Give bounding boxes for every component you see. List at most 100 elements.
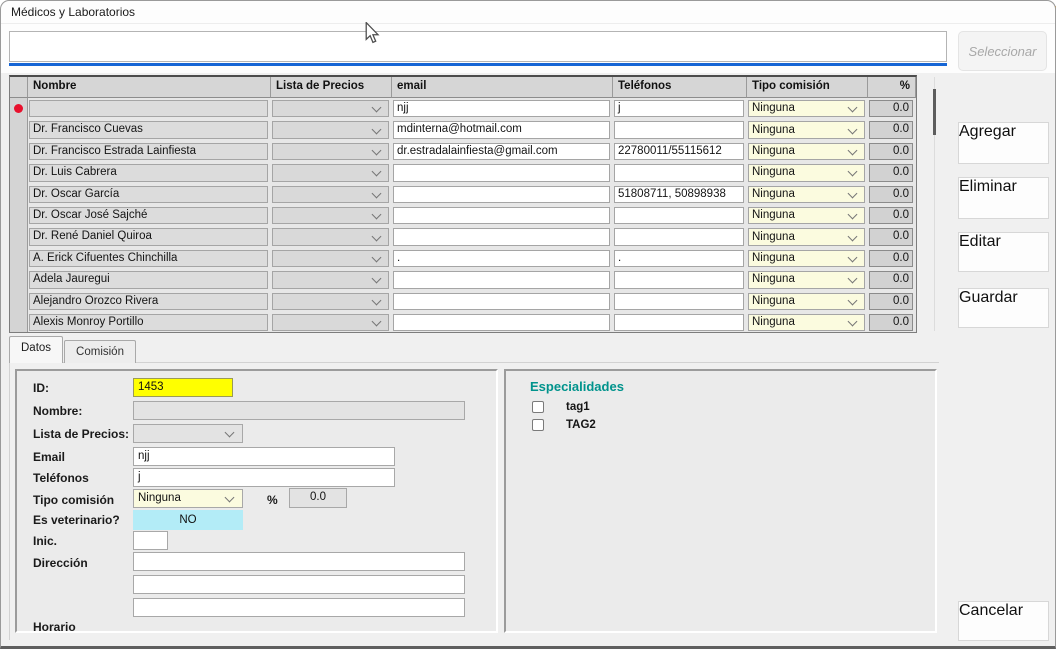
lista-precios-combobox[interactable] [272,186,389,203]
scrollbar-thumb[interactable] [933,89,936,135]
cell-lista-precios[interactable] [271,312,392,333]
cell-lista-precios[interactable] [271,205,392,226]
cell-lista-precios[interactable] [271,269,392,290]
cell-email[interactable]: mdinterna@hotmail.com [392,119,613,140]
cell-nombre[interactable] [28,98,271,119]
tipo-comision-combobox[interactable]: Ninguna [748,121,865,138]
guardar-button[interactable]: Guardar [958,288,1049,328]
tipo-comision-combobox[interactable]: Ninguna [748,143,865,160]
cell-tipo-comision[interactable]: Ninguna [747,141,868,162]
inic-field[interactable] [133,531,168,550]
lista-precios-combobox[interactable] [272,293,389,310]
cell-tipo-comision[interactable]: Ninguna [747,98,868,119]
lista-precios-combobox[interactable] [272,207,389,224]
cell-nombre[interactable]: Alejandro Orozco Rivera [28,291,271,312]
grid-row[interactable]: Dr. Oscar García51808711, 50898938Ningun… [10,184,916,205]
telefonos-field[interactable]: j [133,468,395,487]
porcentaje-field[interactable]: 0.0 [289,488,347,508]
cell-nombre[interactable]: Dr. Oscar García [28,184,271,205]
lista-precios-combobox[interactable] [272,271,389,288]
tipo-comision-select[interactable]: Ninguna [133,489,243,508]
tipo-comision-combobox[interactable]: Ninguna [748,100,865,117]
cell-nombre[interactable]: Dr. Luis Cabrera [28,162,271,183]
cell-telefonos[interactable]: . [613,248,747,269]
lista-precios-combobox[interactable] [272,164,389,181]
tipo-comision-combobox[interactable]: Ninguna [748,186,865,203]
cell-email[interactable]: . [392,248,613,269]
cell-tipo-comision[interactable]: Ninguna [747,226,868,247]
editar-button[interactable]: Editar [958,232,1049,272]
cell-telefonos[interactable] [613,162,747,183]
cell-tipo-comision[interactable]: Ninguna [747,248,868,269]
cell-telefonos[interactable] [613,205,747,226]
cell-telefonos[interactable] [613,291,747,312]
tipo-comision-combobox[interactable]: Ninguna [748,164,865,181]
cell-nombre[interactable]: A. Erick Cifuentes Chinchilla [28,248,271,269]
cell-lista-precios[interactable] [271,184,392,205]
cell-lista-precios[interactable] [271,141,392,162]
cell-lista-precios[interactable] [271,291,392,312]
tipo-comision-combobox[interactable]: Ninguna [748,314,865,331]
cell-nombre[interactable]: Alexis Monroy Portillo [28,312,271,333]
grid-row[interactable]: Adela JaureguiNinguna0.0 [10,269,916,290]
cell-lista-precios[interactable] [271,119,392,140]
cell-tipo-comision[interactable]: Ninguna [747,291,868,312]
cell-email[interactable]: dr.estradalainfiesta@gmail.com [392,141,613,162]
lista-precios-combobox[interactable] [272,228,389,245]
grid-row[interactable]: Alejandro Orozco RiveraNinguna0.0 [10,291,916,312]
tipo-comision-combobox[interactable]: Ninguna [748,207,865,224]
seleccionar-button[interactable]: Seleccionar [958,31,1047,71]
cell-email[interactable] [392,269,613,290]
grid-row[interactable]: A. Erick Cifuentes Chinchilla..Ninguna0.… [10,248,916,269]
tipo-comision-combobox[interactable]: Ninguna [748,293,865,310]
especialidad-item[interactable]: TAG2 [532,417,596,433]
cell-tipo-comision[interactable]: Ninguna [747,205,868,226]
direccion-line-3[interactable] [133,598,465,617]
cell-email[interactable] [392,162,613,183]
especialidad-item[interactable]: tag1 [532,399,590,415]
cell-lista-precios[interactable] [271,226,392,247]
search-input[interactable] [9,31,947,62]
tab-datos[interactable]: Datos [9,336,63,363]
grid-row[interactable]: Alexis Monroy PortilloNinguna0.0 [10,312,916,333]
grid-row[interactable]: Dr. René Daniel QuiroaNinguna0.0 [10,226,916,247]
direccion-line-2[interactable] [133,575,465,594]
tipo-comision-combobox[interactable]: Ninguna [748,250,865,267]
cell-nombre[interactable]: Dr. René Daniel Quiroa [28,226,271,247]
cell-nombre[interactable]: Adela Jauregui [28,269,271,290]
cell-telefonos[interactable]: j [613,98,747,119]
agregar-button[interactable]: Agregar [958,122,1049,164]
cell-email[interactable] [392,312,613,333]
cell-telefonos[interactable] [613,226,747,247]
column-header-email[interactable]: email [392,77,613,98]
cell-telefonos[interactable] [613,119,747,140]
lista-precios-combobox[interactable] [272,121,389,138]
cell-lista-precios[interactable] [271,248,392,269]
column-header-nombre[interactable]: Nombre [28,77,271,98]
lista-precios-combobox[interactable] [272,100,389,117]
direccion-line-1[interactable] [133,552,465,571]
cell-lista-precios[interactable] [271,98,392,119]
checkbox[interactable] [532,401,544,413]
cancelar-button[interactable]: Cancelar [958,601,1049,641]
nombre-field[interactable] [133,401,465,420]
lista-precios-select[interactable] [133,424,243,443]
cell-nombre[interactable]: Dr. Francisco Cuevas [28,119,271,140]
cell-tipo-comision[interactable]: Ninguna [747,162,868,183]
grid-row[interactable]: Dr. Francisco Estrada Lainfiestadr.estra… [10,141,916,162]
cell-email[interactable] [392,184,613,205]
lista-precios-combobox[interactable] [272,314,389,331]
eliminar-button[interactable]: Eliminar [958,177,1049,219]
id-field[interactable]: 1453 [133,378,233,397]
lista-precios-combobox[interactable] [272,143,389,160]
lista-precios-combobox[interactable] [272,250,389,267]
cell-tipo-comision[interactable]: Ninguna [747,312,868,333]
grid-row[interactable]: njjjNinguna0.0 [10,98,916,119]
cell-email[interactable]: njj [392,98,613,119]
checkbox[interactable] [532,419,544,431]
cell-telefonos[interactable]: 22780011/55115612 [613,141,747,162]
cell-nombre[interactable]: Dr. Oscar José Sajché [28,205,271,226]
email-field[interactable]: njj [133,447,395,466]
column-header-lista-precios[interactable]: Lista de Precios [271,77,392,98]
cell-lista-precios[interactable] [271,162,392,183]
